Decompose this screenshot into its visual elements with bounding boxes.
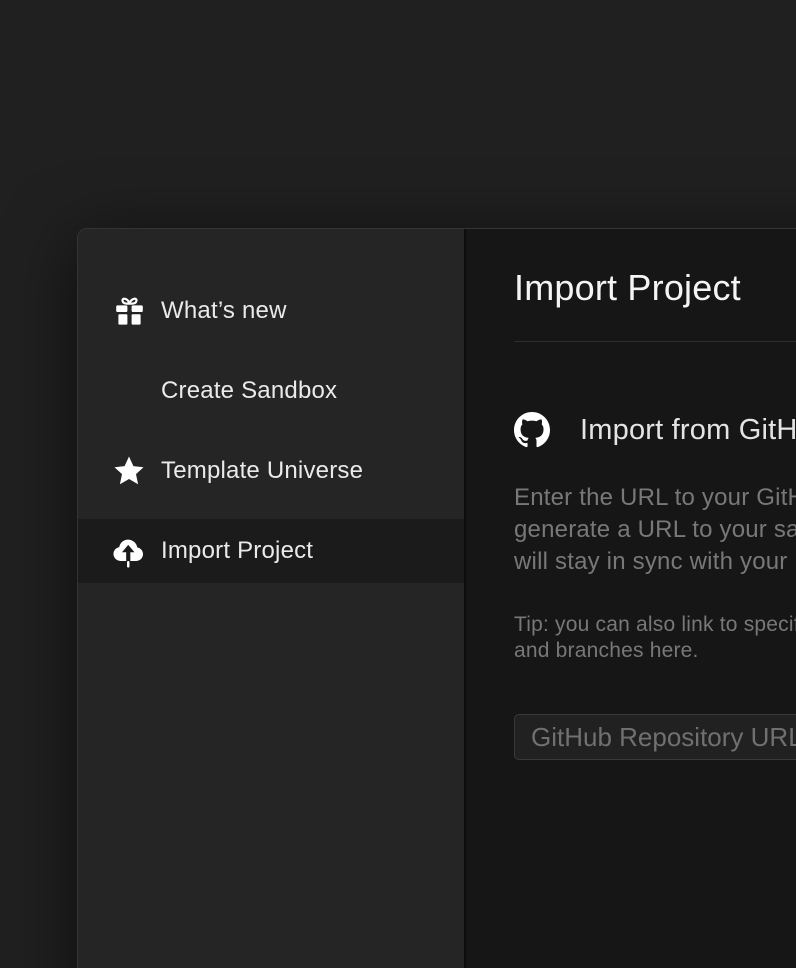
sidebar-item-create-sandbox[interactable]: Create Sandbox [78, 359, 464, 423]
modal-sidebar: What’s new Create Sandbox Template Unive… [78, 229, 466, 968]
sidebar-item-label: Create Sandbox [161, 377, 337, 405]
import-project-panel: Import Project Import from GitHub Enter … [466, 229, 796, 968]
tip-line: Tip: you can also link to specific files [514, 612, 796, 638]
sidebar-item-whats-new[interactable]: What’s new [78, 279, 464, 343]
sidebar-item-template-universe[interactable]: Template Universe [78, 439, 464, 503]
create-sandbox-modal: What’s new Create Sandbox Template Unive… [77, 228, 796, 968]
empty-icon-spacer [111, 371, 147, 411]
page-background: What’s new Create Sandbox Template Unive… [0, 0, 796, 968]
star-icon [111, 451, 147, 491]
description-line: Enter the URL to your GitHub repository … [514, 482, 796, 514]
github-section-header: Import from GitHub [514, 412, 796, 448]
github-icon [514, 412, 550, 448]
sidebar-item-label: What’s new [161, 297, 287, 325]
github-repository-url-input[interactable] [514, 714, 796, 760]
github-description: Enter the URL to your GitHub repository … [514, 482, 796, 578]
sidebar-item-label: Template Universe [161, 457, 363, 485]
description-line: will stay in sync with your repository. [514, 546, 796, 578]
github-tip: Tip: you can also link to specific files… [514, 612, 796, 664]
cloud-upload-icon [111, 531, 147, 571]
sidebar-item-import-project[interactable]: Import Project [78, 519, 464, 583]
title-divider [514, 341, 796, 342]
description-line: generate a URL to your sandbox. The sand… [514, 514, 796, 546]
github-section-title: Import from GitHub [580, 414, 796, 447]
gift-icon [111, 291, 147, 331]
page-title: Import Project [514, 265, 796, 311]
sidebar-item-label: Import Project [161, 537, 313, 565]
tip-line: and branches here. [514, 638, 796, 664]
